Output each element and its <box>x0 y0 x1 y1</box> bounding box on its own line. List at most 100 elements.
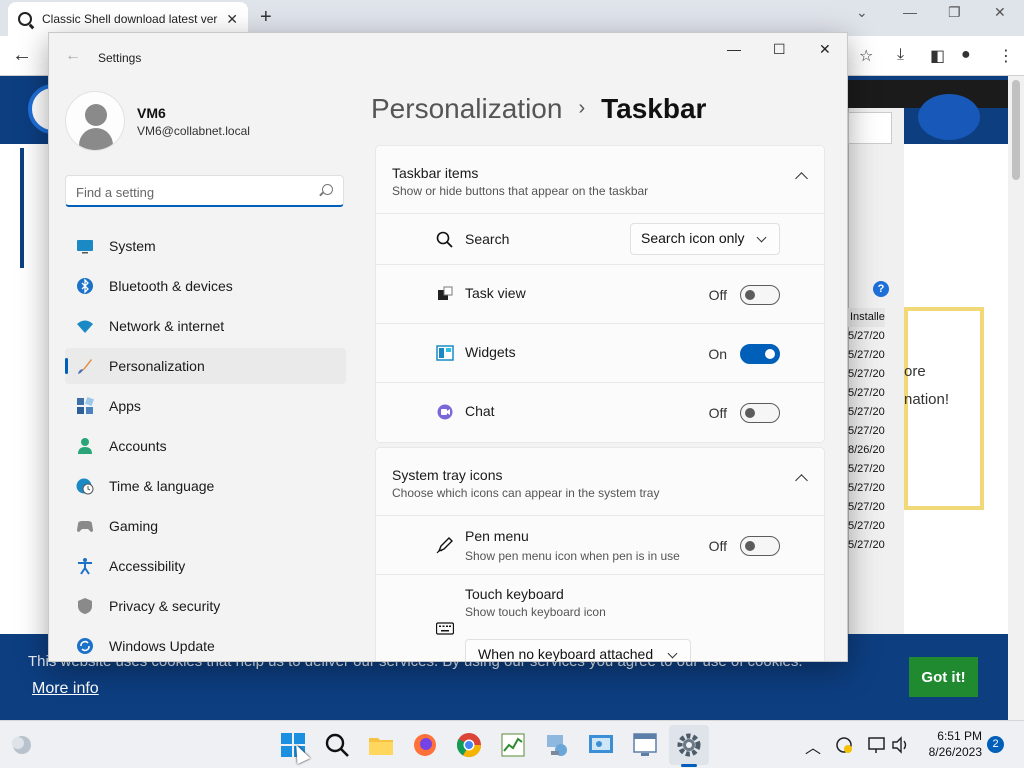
downloads-icon[interactable]: ⤓ <box>897 46 904 64</box>
section-subtitle: Choose which icons can appear in the sys… <box>392 486 660 500</box>
settings-titlebar: ← Settings — ☐ ✕ <box>49 33 847 83</box>
volume-icon[interactable] <box>891 735 911 755</box>
sidebar-item-label: Apps <box>109 398 141 414</box>
touch-keyboard-dropdown[interactable]: When no keyboard attached <box>465 639 691 661</box>
sidebar-item-network-internet[interactable]: Network & internet <box>65 308 346 344</box>
chrome-icon[interactable] <box>455 731 483 759</box>
date-cell: 5/27/20 <box>848 520 885 532</box>
minimize-icon[interactable]: — <box>727 41 741 57</box>
profile-icon[interactable]: ● <box>961 46 971 64</box>
browser-back-icon[interactable]: ← <box>12 44 32 67</box>
pen-menu-label: Pen menu <box>465 528 529 544</box>
task-view-toggle[interactable] <box>740 285 780 305</box>
widgets-row: Widgets On <box>376 324 824 383</box>
shield-icon <box>78 598 92 614</box>
taskbar-items-header[interactable]: Taskbar items Show or hide buttons that … <box>376 146 824 214</box>
more-info-link[interactable]: More info <box>32 680 99 698</box>
breadcrumb-parent[interactable]: Personalization <box>371 93 562 124</box>
chevron-up-icon[interactable] <box>795 474 808 487</box>
dropdown-value: Search icon only <box>641 230 745 246</box>
tab-search-chevron-icon[interactable]: ⌄ <box>856 4 868 21</box>
browser-minimize-icon[interactable]: — <box>903 4 917 20</box>
sidebar-item-bluetooth-devices[interactable]: Bluetooth & devices <box>65 268 346 304</box>
sidebar-item-label: Personalization <box>109 358 205 374</box>
page-scrollbar-thumb[interactable] <box>1012 80 1020 180</box>
search-input[interactable] <box>76 182 306 202</box>
date-cell: 5/27/20 <box>848 368 885 380</box>
network-app-icon[interactable] <box>543 731 571 759</box>
notification-badge[interactable]: 2 <box>987 736 1004 753</box>
widgets-toggle[interactable] <box>740 344 780 364</box>
apps-icon <box>77 397 94 414</box>
got-it-button[interactable]: Got it! <box>909 657 978 697</box>
installed-date-column: Installe 5/27/20 5/27/20 5/27/20 5/27/20 5/2… <box>848 308 885 555</box>
sidebar-item-time-language[interactable]: Time & language <box>65 468 346 504</box>
firefox-icon[interactable] <box>411 731 439 759</box>
globe-clock-icon <box>76 478 94 495</box>
chevron-up-icon[interactable] <box>795 172 808 185</box>
file-explorer-icon[interactable] <box>367 731 395 759</box>
tab-close-icon[interactable]: ✕ <box>226 11 238 28</box>
browser-tab[interactable]: Classic Shell download latest ver ✕ <box>8 2 248 36</box>
tray-overflow-chevron-icon[interactable]: ︿ <box>805 734 833 762</box>
help-icon[interactable]: ? <box>873 281 889 297</box>
back-arrow-icon[interactable]: ← <box>65 47 81 65</box>
sidebar-item-accounts[interactable]: Accounts <box>65 428 346 464</box>
clock-date: 8/26/2023 <box>928 745 982 759</box>
avatar[interactable] <box>65 91 125 151</box>
sidebar-item-personalization[interactable]: Personalization <box>65 348 346 384</box>
sidebar-item-label: Network & internet <box>109 318 225 334</box>
pen-menu-toggle[interactable] <box>740 536 780 556</box>
breadcrumb: Personalization › Taskbar <box>371 93 706 125</box>
pen-menu-sub: Show pen menu icon when pen is in use <box>465 549 680 563</box>
chevron-right-icon: › <box>578 97 586 119</box>
task-manager-icon[interactable] <box>499 731 527 759</box>
onedrive-warning-icon[interactable] <box>834 735 854 755</box>
section-subtitle: Show or hide buttons that appear on the … <box>392 184 649 198</box>
settings-gear-icon[interactable] <box>675 731 703 759</box>
sidebar-item-gaming[interactable]: Gaming <box>65 508 346 544</box>
search-mode-dropdown[interactable]: Search icon only <box>630 223 780 255</box>
gamepad-icon <box>77 521 93 532</box>
control-panel-icon[interactable] <box>587 731 615 759</box>
sidebar-item-system[interactable]: System <box>65 228 346 264</box>
new-tab-button[interactable]: + <box>260 6 272 29</box>
network-icon[interactable] <box>867 735 887 755</box>
taskbar-clock[interactable]: 6:51 PM 8/26/2023 <box>920 728 982 760</box>
site-search-input[interactable] <box>848 112 892 144</box>
browser-restore-icon[interactable]: ❐ <box>948 4 961 21</box>
chevron-down-icon <box>667 648 678 659</box>
date-cell: 5/27/20 <box>848 406 885 418</box>
browser-menu-icon[interactable]: ⋮ <box>998 46 1014 66</box>
close-icon[interactable]: ✕ <box>819 41 831 58</box>
user-name: VM6 <box>137 105 166 121</box>
weather-widget-icon[interactable] <box>8 731 36 759</box>
update-icon <box>77 638 93 654</box>
monitor-icon <box>77 240 93 254</box>
browser-close-icon[interactable]: ✕ <box>994 4 1006 21</box>
section-title: System tray icons <box>392 467 503 483</box>
system-tray-header[interactable]: System tray icons Choose which icons can… <box>376 448 824 516</box>
windows-taskbar: ︿ <box>0 720 1024 768</box>
chat-label: Chat <box>465 403 495 419</box>
sidebar-item-accessibility[interactable]: Accessibility <box>65 548 346 584</box>
sidebar-item-apps[interactable]: Apps <box>65 388 346 424</box>
remote-desktop-icon[interactable] <box>631 731 659 759</box>
bluetooth-icon <box>77 278 93 294</box>
sidebar-item-privacy-security[interactable]: Privacy & security <box>65 588 346 624</box>
find-setting-box[interactable] <box>65 175 344 207</box>
side-panel-icon[interactable]: ◧ <box>930 46 945 66</box>
promo-text: nation! <box>904 391 950 408</box>
sidebar-item-label: Bluetooth & devices <box>109 278 233 294</box>
site-search-icon[interactable] <box>918 94 980 140</box>
search-icon[interactable] <box>323 731 351 759</box>
maximize-icon[interactable]: ☐ <box>773 41 786 58</box>
date-cell: 5/27/20 <box>848 539 885 551</box>
task-view-icon <box>438 286 453 300</box>
bookmark-star-icon[interactable]: ☆ <box>859 46 873 66</box>
task-view-row: Task view Off <box>376 265 824 324</box>
search-icon[interactable] <box>322 184 333 195</box>
chat-toggle[interactable] <box>740 403 780 423</box>
date-cell: 5/27/20 <box>848 463 885 475</box>
sidebar-item-windows-update[interactable]: Windows Update <box>65 628 346 661</box>
